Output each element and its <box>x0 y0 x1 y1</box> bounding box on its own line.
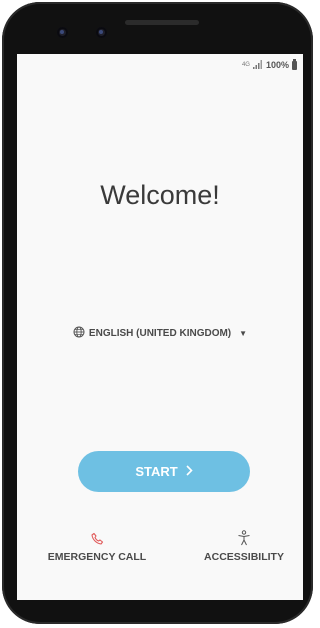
accessibility-button[interactable]: ACCESSIBILITY <box>199 530 289 563</box>
status-bar: 4G 100% <box>242 58 297 72</box>
setup-screen: 4G 100% Welcome! ENGLISH (UNITED KINGDOM… <box>17 54 303 600</box>
emergency-call-label: EMERGENCY CALL <box>47 551 147 563</box>
welcome-title: Welcome! <box>100 180 220 210</box>
chevron-right-icon <box>186 464 193 479</box>
front-camera-icon <box>57 27 68 38</box>
accessibility-person-icon <box>237 530 251 546</box>
battery-icon <box>292 58 297 70</box>
phone-icon <box>90 530 104 546</box>
emergency-call-button[interactable]: EMERGENCY CALL <box>47 530 147 563</box>
network-type: 4G <box>241 62 250 68</box>
phone-frame: 4G 100% Welcome! ENGLISH (UNITED KINGDOM… <box>2 2 313 624</box>
accessibility-label: ACCESSIBILITY <box>204 551 284 563</box>
earpiece-speaker <box>125 20 199 25</box>
language-label: ENGLISH (UNITED KINGDOM) <box>88 328 232 339</box>
start-label: START <box>135 464 178 479</box>
globe-icon <box>73 326 85 341</box>
signal-icon <box>252 59 263 71</box>
sensor-icon <box>96 27 107 38</box>
language-selector[interactable]: ENGLISH (UNITED KINGDOM) ▼ <box>17 326 303 341</box>
caret-down-icon: ▼ <box>239 329 248 338</box>
start-button[interactable]: START <box>78 451 250 492</box>
battery-percentage: 100% <box>265 60 289 70</box>
